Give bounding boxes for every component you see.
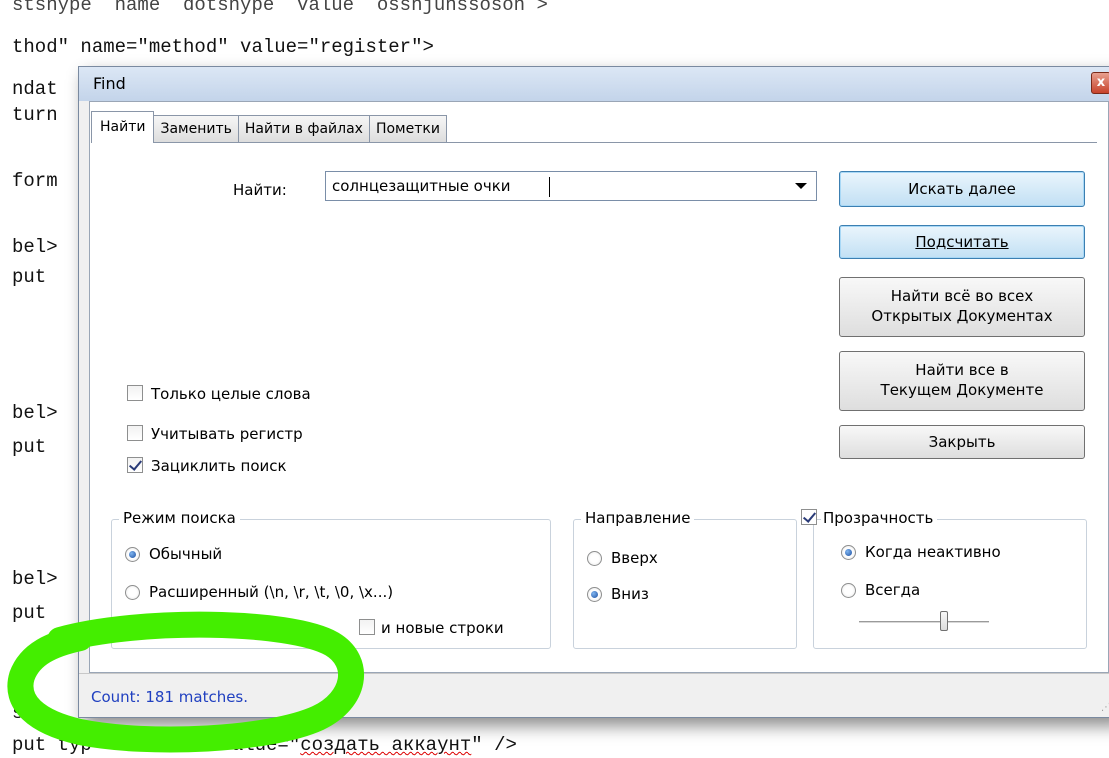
button-line: Текущем Документе: [880, 381, 1044, 399]
code-line: put: [12, 266, 47, 288]
text-caret: [549, 177, 550, 197]
code-line-partial: stsnype name dotsnype value ossnjunssoso…: [12, 0, 548, 16]
direction-up-label: Вверх: [611, 549, 658, 567]
code-line: form: [12, 170, 58, 192]
close-icon[interactable]: x: [1091, 72, 1109, 94]
code-line: ndat: [12, 78, 58, 100]
mode-normal-label: Обычный: [149, 545, 223, 563]
direction-down-label: Вниз: [611, 585, 649, 603]
find-all-open-docs-button[interactable]: Найти всё во всех Открытых Документах: [839, 277, 1085, 337]
code-text: " />: [471, 734, 517, 756]
transparency-checkbox[interactable]: [801, 509, 817, 525]
close-button[interactable]: Закрыть: [839, 425, 1085, 459]
tab-divider: [91, 142, 1097, 143]
direction-down-radio[interactable]: [587, 587, 602, 602]
code-line: bel>: [12, 568, 58, 590]
mode-extended-radio[interactable]: [125, 585, 140, 600]
tab-bar: Найти Заменить Найти в файлах Пометки: [91, 111, 447, 143]
transparency-always-radio[interactable]: [841, 583, 856, 598]
direction-up-radio[interactable]: [587, 551, 602, 566]
transparency-inactive-radio[interactable]: [841, 545, 856, 560]
code-line: thod" name="method" value="register">: [12, 36, 434, 58]
button-line: Найти всё во всех: [890, 287, 1034, 305]
code-line: bel>: [12, 236, 58, 258]
button-line: Открытых Документах: [871, 307, 1053, 325]
search-mode-title: Режим поиска: [119, 509, 240, 527]
find-next-button[interactable]: Искать далее: [839, 171, 1085, 207]
direction-title: Направление: [581, 509, 695, 527]
find-all-current-doc-button[interactable]: Найти все в Текущем Документе: [839, 351, 1085, 411]
mode-extended-label: Расширенный (\n, \r, \t, \0, \x...): [149, 583, 394, 601]
count-button[interactable]: Подсчитать: [839, 225, 1085, 259]
wrap-around-checkbox[interactable]: [127, 457, 143, 473]
whole-word-label: Только целые слова: [151, 385, 311, 403]
transparency-slider-track[interactable]: [859, 621, 989, 624]
code-line: put: [12, 436, 47, 458]
code-line: turn: [12, 104, 58, 126]
dialog-title: Find: [93, 74, 126, 93]
transparency-always-label: Всегда: [865, 581, 921, 599]
tab-replace[interactable]: Заменить: [153, 115, 239, 143]
whole-word-checkbox[interactable]: [127, 385, 143, 401]
resize-grip-icon[interactable]: ⋰: [1101, 702, 1109, 713]
chevron-down-icon[interactable]: [795, 183, 807, 189]
transparency-title: Прозрачность: [821, 509, 938, 527]
mode-normal-radio[interactable]: [125, 547, 140, 562]
match-case-label: Учитывать регистр: [151, 425, 303, 443]
code-line: bel>: [12, 402, 58, 424]
wrap-around-label: Зациклить поиск: [151, 457, 287, 475]
find-label: Найти:: [233, 181, 287, 199]
regex-newlines-label: и новые строки: [381, 619, 504, 637]
count-button-label: Подсчитать: [915, 233, 1009, 251]
transparency-group: [813, 519, 1087, 649]
transparency-slider-thumb[interactable]: [940, 611, 948, 631]
tab-find[interactable]: Найти: [91, 111, 155, 143]
title-bar[interactable]: Find x: [79, 67, 1109, 101]
transparency-inactive-label: Когда неактивно: [865, 543, 1001, 561]
find-input[interactable]: [325, 171, 817, 201]
match-case-checkbox[interactable]: [127, 425, 143, 441]
tab-mark[interactable]: Пометки: [368, 115, 447, 143]
button-line: Найти все в: [915, 361, 1009, 379]
tab-find-in-files[interactable]: Найти в файлах: [237, 115, 370, 143]
green-highlight-scribble: [7, 611, 364, 753]
direction-group: [573, 519, 797, 649]
